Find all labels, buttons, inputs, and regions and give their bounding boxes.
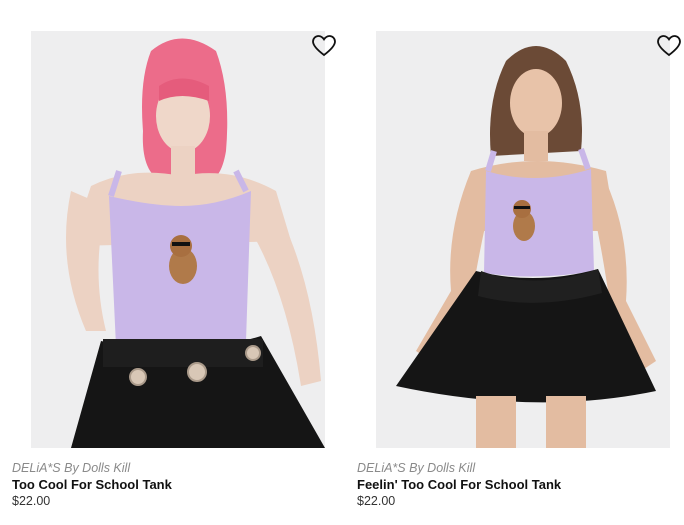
product-price: $22.00 — [12, 494, 51, 508]
product-photo-icon — [31, 31, 325, 448]
product-photo-icon — [376, 31, 670, 448]
product-grid: DELiA*S By Dolls Kill Too Cool For Schoo… — [0, 0, 684, 525]
product-brand: DELiA*S By Dolls Kill — [357, 461, 476, 475]
product-price: $22.00 — [357, 494, 396, 508]
product-title[interactable]: Too Cool For School Tank — [12, 477, 172, 492]
product-card[interactable]: DELiA*S By Dolls Kill Too Cool For Schoo… — [0, 0, 336, 525]
product-brand: DELiA*S By Dolls Kill — [12, 461, 131, 475]
heart-icon[interactable] — [657, 35, 681, 57]
product-image[interactable] — [31, 31, 325, 448]
product-card[interactable]: DELiA*S By Dolls Kill Feelin' Too Cool F… — [345, 0, 681, 525]
product-title[interactable]: Feelin' Too Cool For School Tank — [357, 477, 561, 492]
product-image[interactable] — [376, 31, 670, 448]
heart-icon[interactable] — [312, 35, 336, 57]
